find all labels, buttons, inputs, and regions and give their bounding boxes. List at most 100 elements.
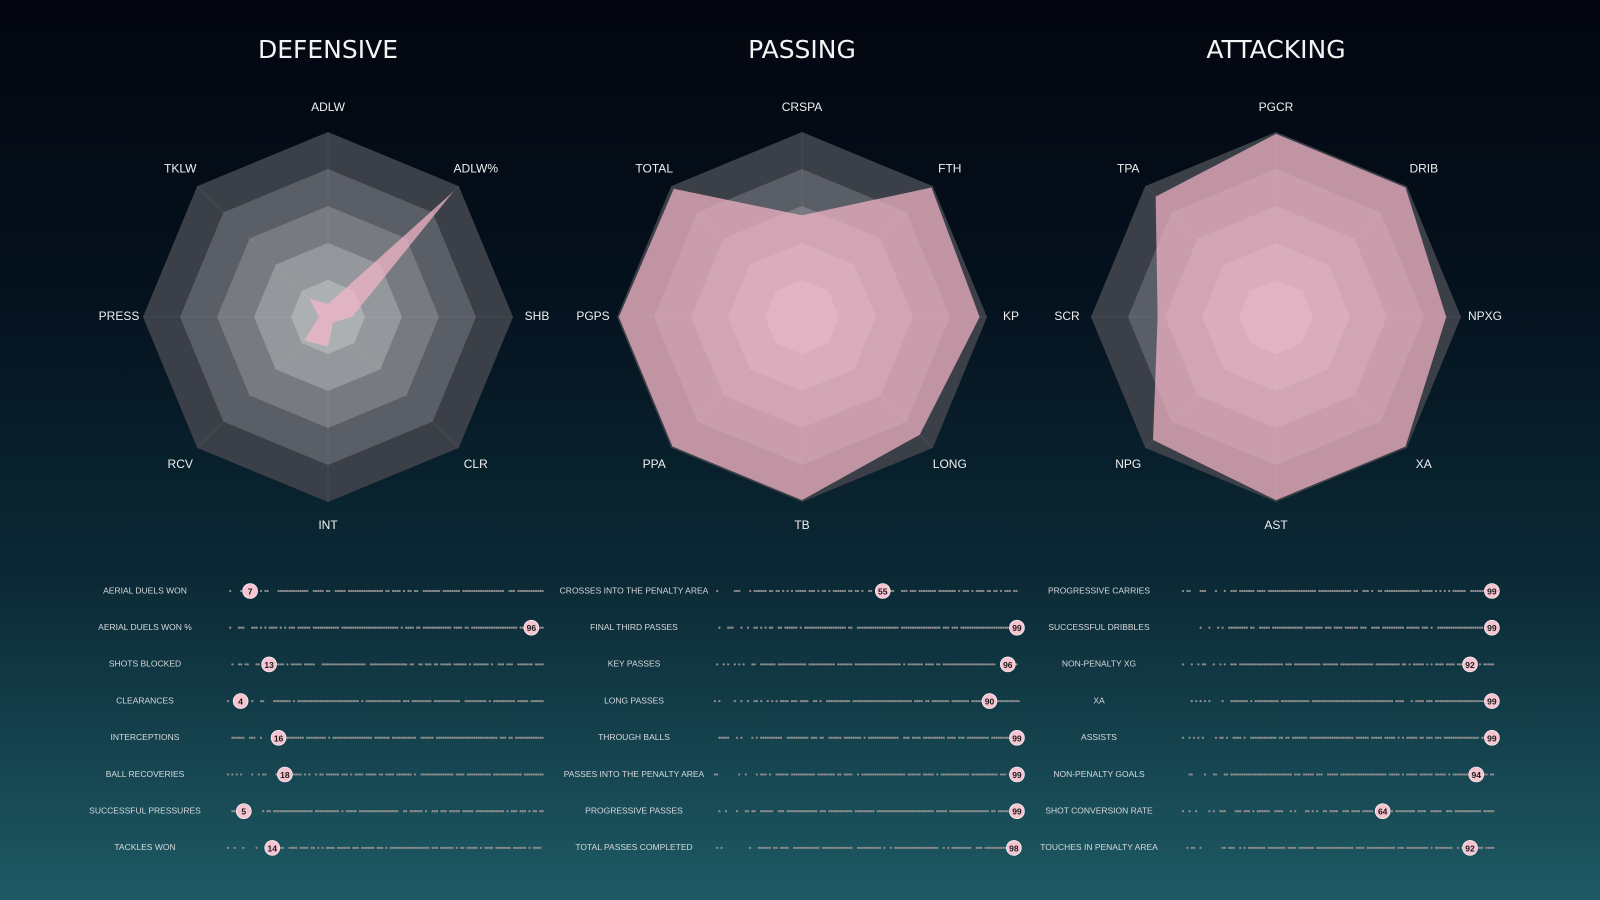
distribution-dot	[999, 626, 1003, 629]
distribution-dot	[1395, 589, 1398, 593]
distribution-dot	[1280, 810, 1284, 813]
distribution-dot	[856, 773, 860, 776]
distribution-dot	[288, 589, 291, 593]
distribution-dot	[1437, 773, 1440, 776]
distribution-dot	[839, 663, 842, 666]
distribution-dot	[771, 663, 774, 666]
distribution-dot	[1002, 626, 1005, 629]
distribution-dot	[1320, 736, 1323, 739]
distribution-dot	[914, 773, 917, 776]
distribution-dot	[1338, 589, 1341, 593]
distribution-dot	[391, 663, 395, 666]
distribution-dot	[407, 589, 410, 593]
distribution-dot	[874, 846, 877, 850]
distribution-dot	[861, 810, 864, 813]
distribution-dot	[1322, 663, 1325, 666]
strip-row: INTERCEPTIONS 16	[111, 729, 544, 746]
distribution-dot	[885, 699, 888, 703]
distribution-dot	[907, 810, 910, 813]
distribution-dot	[420, 810, 423, 813]
distribution-dot	[451, 810, 454, 813]
distribution-dot	[1360, 626, 1363, 629]
distribution-dot	[850, 736, 853, 739]
distribution-dot	[312, 663, 315, 666]
distribution-dot	[1450, 810, 1453, 813]
distribution-dot	[292, 663, 296, 666]
distribution-dot	[920, 699, 923, 703]
distribution-dot	[942, 699, 945, 703]
radar-axis-label: RCV	[168, 457, 193, 471]
distribution-dot	[1412, 663, 1416, 666]
distribution-dot	[442, 736, 445, 739]
distribution-dot	[724, 810, 728, 813]
distribution-dot	[495, 773, 498, 776]
distribution-dot	[1355, 663, 1358, 666]
distribution-dot	[226, 699, 230, 703]
distribution-dot	[1377, 773, 1380, 776]
distribution-dot	[358, 736, 362, 739]
distribution-dot	[402, 663, 406, 666]
distribution-dot	[1258, 626, 1262, 629]
radar-title-passing: PASSING	[748, 35, 856, 64]
distribution-dot	[442, 810, 445, 813]
distribution-dot	[383, 626, 386, 629]
distribution-dot	[801, 773, 805, 776]
distribution-dot	[982, 773, 985, 776]
distribution-dot	[1017, 699, 1020, 703]
distribution-dot	[391, 846, 395, 850]
distribution-dot	[804, 589, 807, 593]
distribution-dot	[1349, 699, 1352, 703]
distribution-dot	[440, 810, 443, 813]
distribution-dot	[1426, 589, 1429, 593]
distribution-dot	[942, 589, 945, 593]
distribution-dot	[1263, 773, 1266, 776]
distribution-dot	[1384, 663, 1387, 666]
distribution-dot	[246, 663, 249, 666]
distribution-dot	[878, 773, 882, 776]
distribution-dot	[916, 736, 919, 739]
distribution-dot	[321, 663, 324, 666]
distribution-dot	[394, 589, 397, 593]
distribution-dot	[1478, 626, 1482, 629]
distribution-dot	[834, 846, 838, 850]
distribution-dot	[328, 846, 331, 850]
distribution-dot	[400, 663, 403, 666]
distribution-dot	[788, 810, 791, 813]
metric-label: SUCCESSFUL DRIBBLES	[1048, 622, 1150, 632]
distribution-dot	[900, 810, 904, 813]
distribution-dot	[746, 699, 750, 703]
distribution-dot	[1467, 626, 1471, 629]
distribution-dot	[413, 773, 417, 776]
distribution-dot	[764, 736, 767, 739]
distribution-dot	[958, 699, 961, 703]
distribution-dot	[473, 589, 476, 593]
distribution-dot	[845, 699, 849, 703]
distribution-dot	[1302, 846, 1306, 850]
distribution-dot	[991, 736, 994, 739]
distribution-dot	[369, 699, 373, 703]
distribution-dot	[501, 773, 505, 776]
distribution-dot	[508, 699, 511, 703]
distribution-dot	[1351, 736, 1354, 739]
distribution-dot	[1342, 663, 1345, 666]
distribution-dot	[1344, 589, 1347, 593]
distribution-dot	[733, 699, 736, 703]
distribution-dot	[839, 736, 842, 739]
distribution-dot	[471, 589, 474, 593]
distribution-dot	[394, 846, 397, 850]
distribution-dot	[354, 773, 357, 776]
distribution-dot	[1459, 589, 1462, 593]
distribution-dot	[378, 663, 381, 666]
distribution-dot	[504, 699, 507, 703]
distribution-dot	[1408, 626, 1411, 629]
distribution-dot	[925, 699, 928, 703]
distribution-dot	[508, 663, 511, 666]
distribution-dot	[455, 699, 458, 703]
distribution-dot	[1430, 736, 1433, 739]
distribution-dot	[273, 699, 276, 703]
distribution-dot	[1230, 699, 1233, 703]
distribution-dot	[1004, 810, 1007, 813]
distribution-dot	[738, 589, 741, 593]
distribution-dot	[973, 699, 976, 703]
distribution-dot	[1393, 626, 1396, 629]
